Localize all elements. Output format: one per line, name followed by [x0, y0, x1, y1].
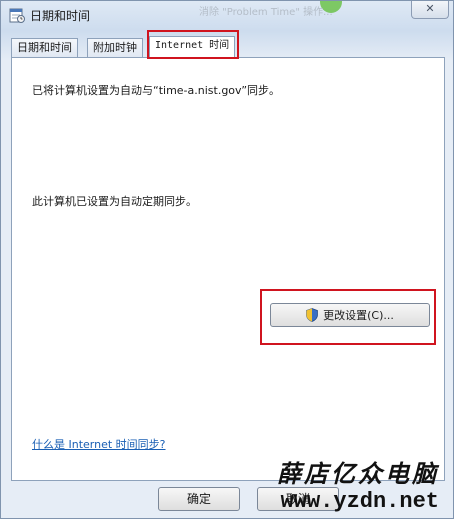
change-settings-button[interactable]: 更改设置(C)... [270, 303, 430, 327]
ok-button[interactable]: 确定 [158, 487, 240, 511]
calendar-clock-icon [9, 8, 25, 23]
window-title: 日期和时间 [30, 9, 91, 23]
help-link-internet-time[interactable]: 什么是 Internet 时间同步? [32, 436, 166, 452]
tab-additional-clocks[interactable]: 附加时钟 [87, 38, 143, 58]
tab-date-time[interactable]: 日期和时间 [11, 38, 78, 58]
site-watermark: 薛店亿众电脑 www.yzdn.net [229, 459, 439, 515]
tab-internet-time[interactable]: Internet 时间 [149, 36, 236, 59]
auto-sync-message: 此计算机已设置为自动定期同步。 [32, 195, 197, 208]
background-window: 消除 "Problem Time" 操作... [161, 1, 411, 19]
background-window-text: 消除 "Problem Time" 操作... [199, 7, 333, 18]
date-time-dialog: 日期和时间 消除 "Problem Time" 操作... ✕ 日期和时间 附加… [0, 0, 454, 519]
change-settings-label: 更改设置(C)... [323, 309, 394, 322]
sync-server-message: 已将计算机设置为自动与“time-a.nist.gov”同步。 [32, 84, 281, 97]
title-bar[interactable]: 日期和时间 消除 "Problem Time" 操作... ✕ [1, 1, 453, 31]
internet-time-panel: 已将计算机设置为自动与“time-a.nist.gov”同步。 此计算机已设置为… [11, 57, 445, 481]
uac-shield-icon [306, 308, 318, 322]
watermark-site-name: 薛店亿众电脑 [277, 459, 439, 488]
close-button[interactable]: ✕ [411, 1, 449, 19]
watermark-url: www.yzdn.net [280, 489, 439, 514]
